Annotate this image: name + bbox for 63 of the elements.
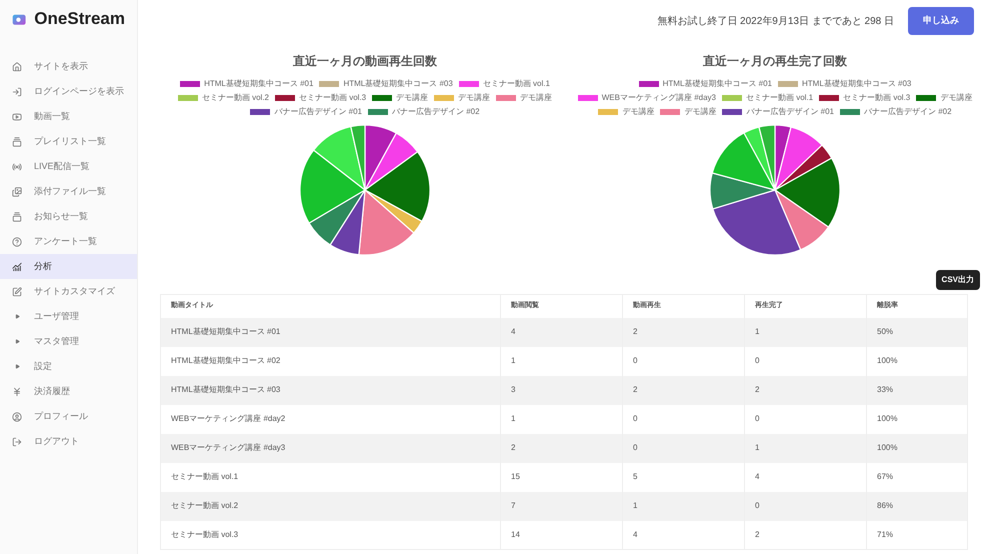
edit-icon bbox=[12, 286, 22, 296]
legend-label: HTML基礎短期集中コース #01 bbox=[204, 78, 314, 90]
legend-label: バナー広告デザイン #02 bbox=[392, 106, 480, 118]
table-cell: セミナー動画 vol.3 bbox=[160, 520, 500, 550]
sidebar-item[interactable]: 分析 bbox=[0, 254, 137, 279]
sidebar-item[interactable]: プロフィール bbox=[0, 404, 137, 429]
sidebar-item[interactable]: 添付ファイル一覧 bbox=[0, 179, 137, 204]
legend-label: セミナー動画 vol.1 bbox=[482, 78, 550, 90]
legend-label: デモ講座 bbox=[622, 106, 654, 118]
apply-button[interactable]: 申し込み bbox=[908, 7, 974, 35]
caret-icon bbox=[14, 364, 20, 369]
user-icon bbox=[12, 412, 22, 422]
legend-label: デモ講座 bbox=[520, 92, 552, 104]
csv-export-button[interactable]: CSV出力 bbox=[936, 270, 980, 290]
chart-icon bbox=[12, 262, 22, 272]
legend-label: HTML基礎短期集中コース #01 bbox=[662, 78, 772, 90]
sidebar-item[interactable]: サイトを表示 bbox=[0, 54, 137, 79]
legend-label: HTML基礎短期集中コース #03 bbox=[802, 78, 912, 90]
logout-icon bbox=[12, 436, 22, 446]
video-icon bbox=[12, 112, 22, 122]
chart-title: 直近一ヶ月の動画再生回数 bbox=[293, 53, 437, 70]
sidebar-item[interactable]: サイトカスタマイズ bbox=[0, 279, 137, 304]
gallery-icon bbox=[12, 136, 22, 146]
legend-label: バナー広告デザイン #02 bbox=[864, 106, 952, 118]
table-cell: 71% bbox=[866, 520, 968, 550]
gallery-icon bbox=[12, 186, 22, 196]
yen-icon bbox=[12, 386, 22, 396]
sidebar-item[interactable]: 設定 bbox=[0, 354, 137, 379]
sidebar-item[interactable]: 動画一覧 bbox=[0, 104, 137, 129]
legend-label: セミナー動画 vol.2 bbox=[202, 92, 269, 104]
gallery-icon bbox=[12, 212, 22, 222]
sidebar-item[interactable]: アンケート一覧 bbox=[0, 229, 137, 254]
sidebar-item[interactable]: プレイリスト一覧 bbox=[0, 129, 137, 154]
caret-icon bbox=[14, 314, 20, 319]
sidebar-item[interactable]: ユーザ管理 bbox=[0, 304, 137, 329]
legend-label: デモ講座 bbox=[940, 92, 972, 104]
table-cell: 2 bbox=[744, 520, 866, 550]
trial-notice: 無料お試し終了日 2022年9月13日 までであと 298 日 bbox=[657, 14, 894, 28]
table-cell: 14 bbox=[500, 520, 622, 550]
legend-label: デモ講座 bbox=[396, 92, 428, 104]
legend-label: バナー広告デザイン #01 bbox=[746, 106, 834, 118]
sidebar-item[interactable]: お知らせ一覧 bbox=[0, 204, 137, 229]
login-icon bbox=[12, 86, 22, 96]
sidebar-item[interactable]: マスタ管理 bbox=[0, 329, 137, 354]
brand-name: OneStream bbox=[34, 8, 125, 30]
legend-label: セミナー動画 vol.3 bbox=[299, 92, 366, 104]
home-icon bbox=[12, 62, 22, 72]
legend-label: WEBマーケティング講座 #day3 bbox=[602, 92, 716, 104]
sidebar-item[interactable]: LIVE配信一覧 bbox=[0, 154, 137, 179]
legend-label: HTML基礎短期集中コース #03 bbox=[343, 78, 453, 90]
sidebar-item[interactable]: ログアウト bbox=[0, 429, 137, 454]
legend-label: セミナー動画 vol.3 bbox=[843, 92, 910, 104]
help-icon bbox=[12, 236, 22, 246]
sidebar-item[interactable]: 決済履歴 bbox=[0, 379, 137, 404]
legend-label: セミナー動画 vol.1 bbox=[746, 92, 814, 104]
table-cell: 4 bbox=[622, 520, 744, 550]
caret-icon bbox=[14, 339, 20, 344]
sidebar-item[interactable]: ログインページを表示 bbox=[0, 79, 137, 104]
chart-title: 直近一ヶ月の再生完了回数 bbox=[703, 53, 847, 70]
legend-label: バナー広告デザイン #01 bbox=[274, 106, 362, 118]
legend-label: デモ講座 bbox=[684, 106, 716, 118]
broadcast-icon bbox=[12, 162, 22, 172]
legend-label: デモ講座 bbox=[458, 92, 490, 104]
